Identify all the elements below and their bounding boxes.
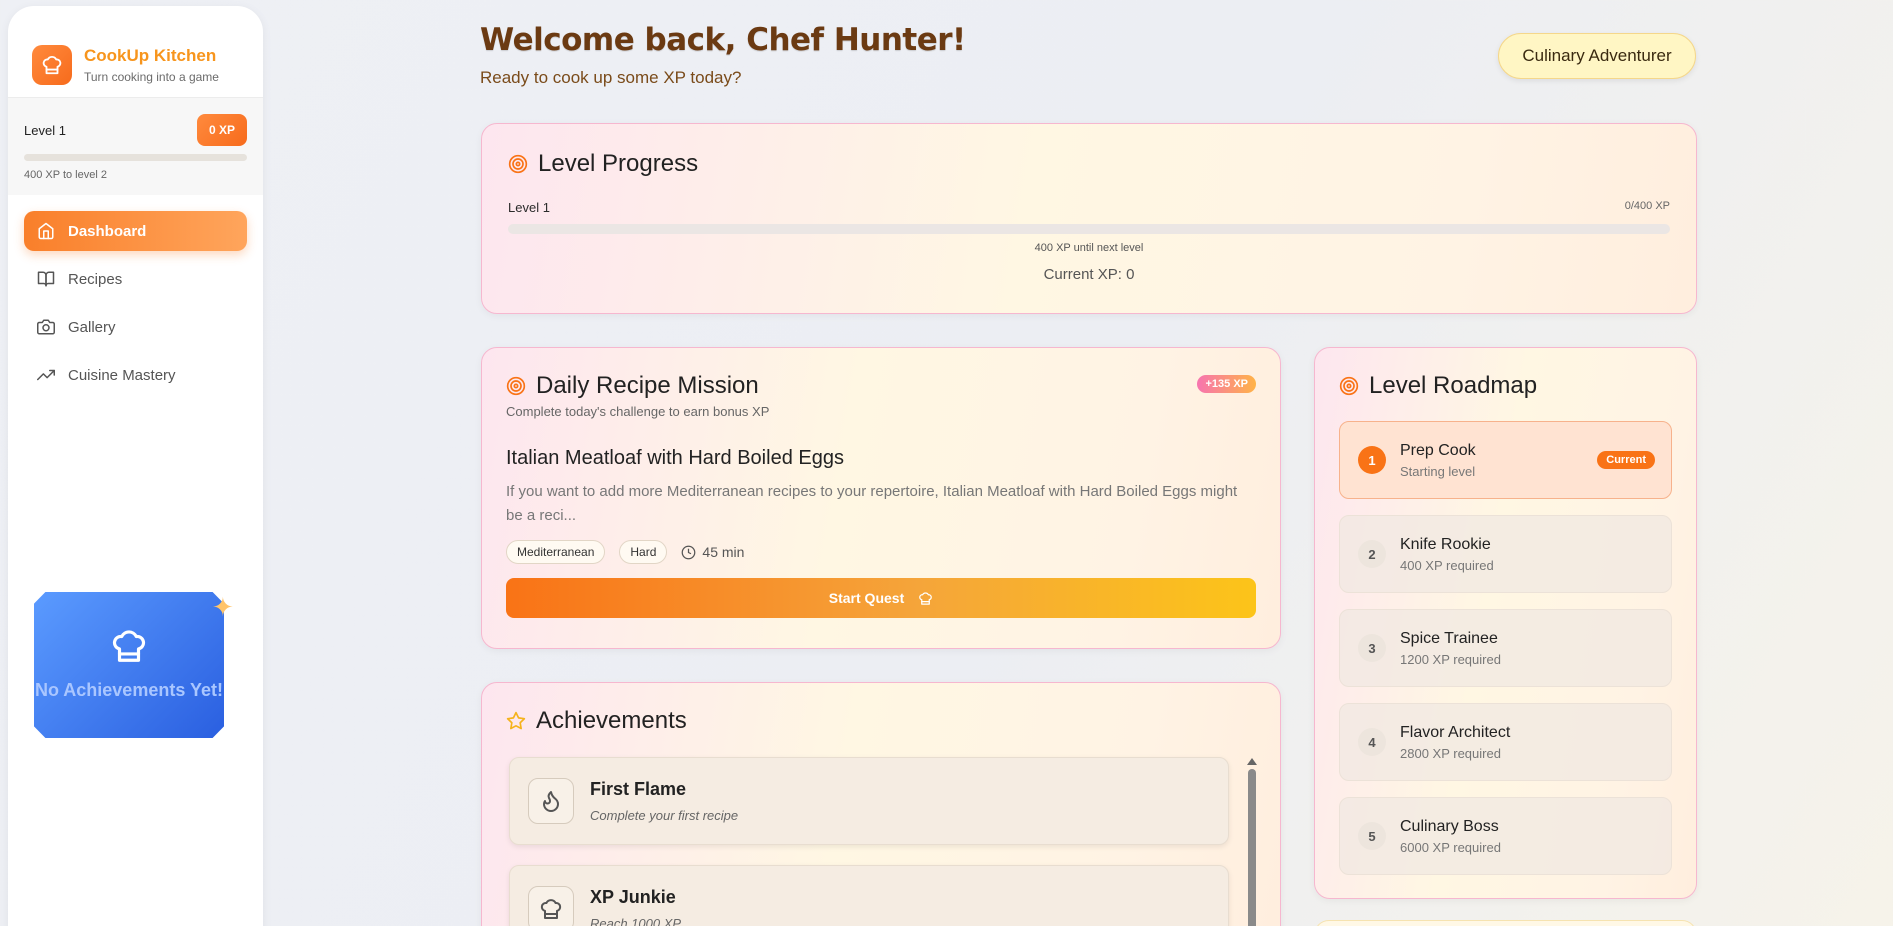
scroll-up-arrow-icon[interactable] bbox=[1247, 758, 1257, 765]
level-progress-card: Level Progress Level 1 0/400 XP 400 XP u… bbox=[481, 123, 1697, 314]
recipe-description: If you want to add more Mediterranean re… bbox=[506, 483, 1238, 524]
sidebar: CookUp Kitchen Turn cooking into a game … bbox=[8, 6, 263, 926]
roadmap-item: 4 Flavor Architect 2800 XP required bbox=[1339, 703, 1672, 781]
flame-icon bbox=[528, 778, 574, 824]
achievement-badge: No Achievements Yet! bbox=[34, 592, 224, 738]
roadmap-number: 3 bbox=[1358, 634, 1386, 662]
chef-hat-icon bbox=[528, 886, 574, 926]
sidebar-level-hint: 400 XP to level 2 bbox=[24, 169, 107, 181]
nav-item-label: Recipes bbox=[68, 270, 123, 288]
scroll-thumb[interactable] bbox=[1248, 769, 1256, 926]
roadmap-name: Prep Cook bbox=[1400, 441, 1476, 459]
target-icon bbox=[506, 376, 526, 396]
roadmap-number: 2 bbox=[1358, 540, 1386, 568]
nav-item-cuisine-mastery[interactable]: Cuisine Mastery bbox=[24, 355, 247, 395]
clock-icon bbox=[681, 545, 696, 560]
roadmap-number: 5 bbox=[1358, 822, 1386, 850]
roadmap-item: 2 Knife Rookie 400 XP required bbox=[1339, 515, 1672, 593]
achievement-item[interactable]: XP Junkie Reach 1000 XP bbox=[509, 865, 1229, 926]
brand-subtitle: Turn cooking into a game bbox=[84, 69, 219, 84]
achievements-title: Achievements bbox=[536, 707, 687, 734]
roadmap-requirement: Starting level bbox=[1400, 463, 1476, 479]
sidebar-level-progress-bar bbox=[24, 154, 247, 161]
roadmap-name: Spice Trainee bbox=[1400, 629, 1498, 647]
nav-item-recipes[interactable]: Recipes bbox=[24, 259, 247, 299]
nav-item-gallery[interactable]: Gallery bbox=[24, 307, 247, 347]
roadmap-name: Knife Rookie bbox=[1400, 535, 1491, 553]
achievement-item[interactable]: First Flame Complete your first recipe bbox=[509, 757, 1229, 845]
home-icon bbox=[36, 221, 56, 241]
level-roadmap-card: Level Roadmap 1 Prep Cook Starting level… bbox=[1314, 347, 1697, 899]
daily-mission-card: Daily Recipe Mission +135 XP Complete to… bbox=[481, 347, 1281, 649]
page-title: Welcome back, Chef Hunter! bbox=[480, 22, 966, 58]
recipe-title: Italian Meatloaf with Hard Boiled Eggs bbox=[506, 447, 844, 469]
sidebar-level-box: Level 1 0 XP 400 XP to level 2 bbox=[8, 98, 263, 195]
roadmap-item: 3 Spice Trainee 1200 XP required bbox=[1339, 609, 1672, 687]
achievement-badge-text: No Achievements Yet! bbox=[34, 679, 224, 700]
roadmap-requirement: 6000 XP required bbox=[1400, 839, 1501, 855]
achievement-name: First Flame bbox=[590, 779, 687, 799]
chef-hat-icon bbox=[918, 591, 933, 606]
achievement-name: XP Junkie bbox=[590, 887, 676, 907]
start-quest-label: Start Quest bbox=[828, 590, 905, 606]
roadmap-item: 1 Prep Cook Starting level Current bbox=[1339, 421, 1672, 499]
level-progress-level: Level 1 bbox=[508, 200, 550, 215]
sidebar-nav: Dashboard Recipes Gallery Cuisine Master… bbox=[8, 195, 263, 395]
brand-title: CookUp Kitchen bbox=[84, 45, 217, 65]
nav-item-label: Dashboard bbox=[68, 222, 147, 240]
roadmap-item: 5 Culinary Boss 6000 XP required bbox=[1339, 797, 1672, 875]
roadmap-number: 4 bbox=[1358, 728, 1386, 756]
time-tag: 45 min bbox=[681, 544, 744, 560]
chef-hat-logo-icon bbox=[32, 44, 72, 85]
level-progress-bar bbox=[508, 224, 1670, 234]
target-icon bbox=[1339, 376, 1359, 396]
achievement-desc: Complete your first recipe bbox=[590, 808, 739, 823]
rank-badge: Culinary Adventurer bbox=[1498, 33, 1696, 79]
roadmap-requirement: 1200 XP required bbox=[1400, 651, 1501, 667]
roadmap-number: 1 bbox=[1358, 446, 1386, 474]
roadmap-requirement: 400 XP required bbox=[1400, 557, 1494, 573]
level-progress-hint: 400 XP until next level bbox=[1034, 242, 1144, 254]
bonus-xp-badge: +135 XP bbox=[1197, 375, 1256, 393]
roadmap-title: Level Roadmap bbox=[1369, 372, 1538, 399]
nav-item-dashboard[interactable]: Dashboard bbox=[24, 211, 247, 251]
daily-mission-title: Daily Recipe Mission bbox=[536, 372, 759, 399]
trending-up-icon bbox=[36, 365, 56, 385]
star-icon bbox=[506, 711, 526, 731]
achievement-desc: Reach 1000 XP bbox=[590, 916, 682, 926]
camera-icon bbox=[36, 317, 56, 337]
achievements-card: Achievements First Flame Complete your f… bbox=[481, 682, 1281, 926]
chef-hat-icon bbox=[110, 627, 148, 670]
time-label: 45 min bbox=[702, 544, 745, 560]
start-quest-button[interactable]: Start Quest bbox=[506, 578, 1256, 618]
daily-mission-subtitle: Complete today's challenge to earn bonus… bbox=[506, 404, 770, 419]
current-xp-text: Current XP: 0 bbox=[1043, 266, 1135, 283]
brand[interactable]: CookUp Kitchen Turn cooking into a game bbox=[8, 6, 263, 98]
difficulty-tag: Hard bbox=[619, 540, 668, 564]
xp-badge: 0 XP bbox=[196, 114, 247, 146]
level-progress-xp-fraction: 0/400 XP bbox=[1624, 200, 1670, 212]
roadmap-name: Flavor Architect bbox=[1400, 723, 1511, 741]
book-icon bbox=[36, 269, 56, 289]
target-icon bbox=[508, 154, 528, 174]
level-progress-title: Level Progress bbox=[538, 150, 699, 177]
sidebar-level-label: Level 1 bbox=[24, 122, 66, 138]
next-card-edge bbox=[1314, 920, 1697, 926]
page-subtitle: Ready to cook up some XP today? bbox=[480, 68, 742, 87]
nav-item-label: Gallery bbox=[68, 318, 116, 336]
welcome-header: Welcome back, Chef Hunter! Ready to cook… bbox=[480, 22, 966, 88]
current-badge: Current bbox=[1597, 451, 1655, 469]
sparkle-icon: ✦ bbox=[212, 592, 234, 622]
nav-item-label: Cuisine Mastery bbox=[68, 366, 176, 384]
achievements-scrollbar[interactable] bbox=[1247, 755, 1257, 926]
roadmap-requirement: 2800 XP required bbox=[1400, 745, 1501, 761]
cuisine-tag: Mediterranean bbox=[506, 540, 606, 564]
roadmap-name: Culinary Boss bbox=[1400, 817, 1499, 835]
